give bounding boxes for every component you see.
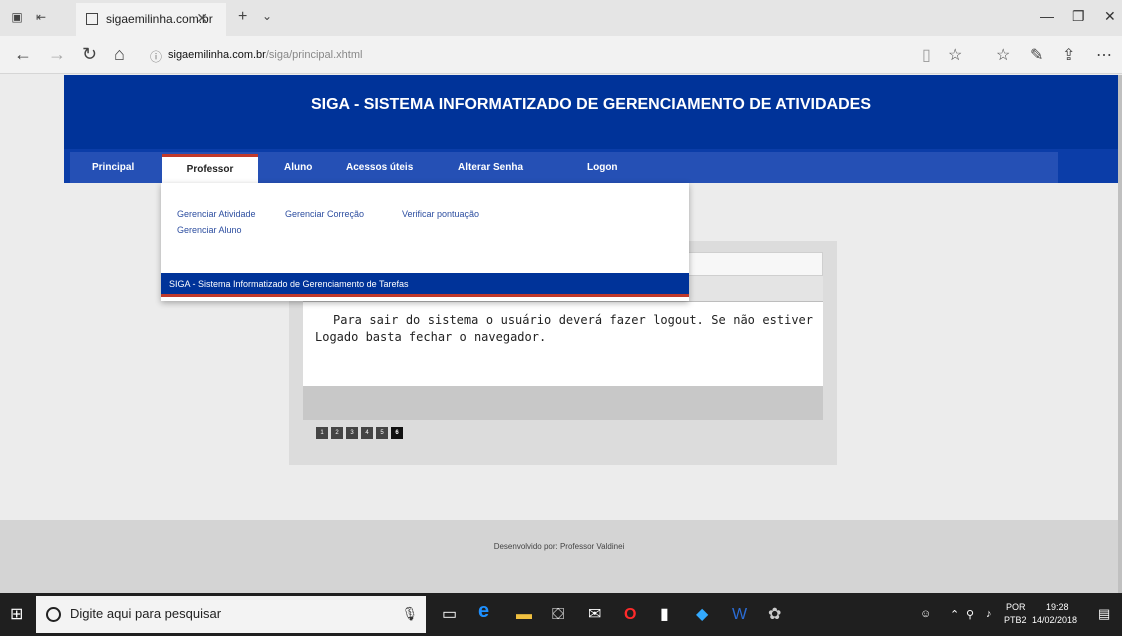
set-aside-tabs-icon[interactable]: ⇤: [34, 10, 48, 24]
site-title: SIGA - SISTEMA INFORMATIZADO DE GERENCIA…: [310, 96, 871, 113]
new-tab-icon[interactable]: +: [238, 8, 247, 26]
vertical-scrollbar[interactable]: [1118, 75, 1122, 593]
site-banner: SIGA - SISTEMA INFORMATIZADO DE GERENCIA…: [64, 75, 1118, 149]
paint-icon[interactable]: ✿: [768, 605, 781, 625]
pagination: 123456: [316, 427, 406, 439]
notification-icon[interactable]: ▤: [1098, 606, 1110, 622]
search-placeholder: Digite aqui para pesquisar: [70, 606, 222, 621]
word-icon[interactable]: W: [732, 605, 747, 625]
volume-icon[interactable]: ♪: [986, 608, 992, 620]
home-icon[interactable]: ⌂: [114, 44, 125, 65]
nav-aluno[interactable]: Aluno: [284, 152, 312, 183]
footer-credit: Desenvolvido por: Professor Valdinei: [493, 542, 625, 551]
app-icon[interactable]: ◆: [696, 605, 708, 625]
menu-gerenciar-aluno[interactable]: Gerenciar Aluno: [177, 225, 242, 235]
url-host: sigaemilinha.com.br: [168, 49, 266, 61]
minimize-icon[interactable]: —: [1040, 8, 1054, 24]
professor-dropdown-menu: Gerenciar Atividade Gerenciar Correção V…: [161, 183, 689, 301]
tab-actions-icon[interactable]: ▣: [10, 10, 24, 24]
browser-tab-bar: ▣ ⇤ sigaemilinha.com.br ✕ + ⌄ — ❐ ✕: [0, 0, 1122, 36]
favorites-hub-icon[interactable]: ☆: [996, 45, 1010, 65]
reading-view-icon[interactable]: ▯: [922, 45, 931, 65]
panel-footer: [303, 386, 823, 420]
page-button[interactable]: 4: [361, 427, 373, 439]
url-path: /siga/principal.xhtml: [265, 49, 363, 61]
language-line2[interactable]: PTB2: [1004, 615, 1027, 625]
logout-instructions: Para sair do sistema o usuário deverá fa…: [315, 313, 813, 344]
taskbar-search-box[interactable]: Digite aqui para pesquisar 🎙︎: [36, 596, 426, 633]
site-footer: Desenvolvido por: Professor Valdinei: [0, 520, 1118, 593]
page-button-current[interactable]: 6: [391, 427, 403, 439]
store-icon[interactable]: ⛋: [552, 605, 564, 625]
address-bar-row: ← → ↻ ⌂ ⓘ sigaemilinha.com.br/siga/princ…: [0, 36, 1122, 74]
refresh-icon[interactable]: ↻: [82, 44, 97, 65]
windows-start-icon[interactable]: ⊞: [10, 605, 23, 625]
web-note-icon[interactable]: ✎: [1030, 45, 1043, 65]
menu-verificar-pontuacao[interactable]: Verificar pontuação: [402, 209, 479, 219]
nav-acessos-uteis[interactable]: Acessos úteis: [346, 152, 413, 183]
clock-date[interactable]: 14/02/2018: [1032, 615, 1077, 625]
main-nav: Principal Aluno Acessos úteis Alterar Se…: [70, 152, 1058, 185]
panel-body: Para sair do sistema o usuário deverá fa…: [303, 302, 823, 386]
close-tab-icon[interactable]: ✕: [196, 10, 208, 27]
windows-taskbar: ⊞ Digite aqui para pesquisar 🎙︎ ▭ e ▬ ⛋ …: [0, 593, 1122, 636]
clock-time[interactable]: 19:28: [1046, 602, 1069, 612]
browser-tab[interactable]: sigaemilinha.com.br ✕: [76, 3, 226, 36]
page-button[interactable]: 5: [376, 427, 388, 439]
share-icon[interactable]: ⇪: [1062, 45, 1075, 65]
more-icon[interactable]: ⋯: [1096, 45, 1112, 65]
file-explorer-icon[interactable]: ▬: [516, 605, 532, 625]
chevron-down-icon[interactable]: ⌄: [262, 9, 272, 23]
language-line1[interactable]: POR: [1006, 602, 1026, 612]
task-view-icon[interactable]: ▭: [442, 605, 457, 625]
cortana-icon: [46, 607, 61, 622]
edge-browser-icon[interactable]: e: [478, 601, 489, 621]
people-icon[interactable]: ☺: [920, 608, 931, 620]
nav-alterar-senha[interactable]: Alterar Senha: [458, 152, 523, 183]
forward-icon[interactable]: →: [48, 44, 66, 65]
opera-icon[interactable]: O: [624, 605, 636, 625]
back-icon[interactable]: ←: [14, 44, 32, 65]
nav-professor[interactable]: Professor: [162, 154, 258, 185]
close-window-icon[interactable]: ✕: [1104, 8, 1116, 25]
maximize-icon[interactable]: ❐: [1072, 8, 1085, 25]
page-icon: [86, 13, 98, 25]
page-button[interactable]: 3: [346, 427, 358, 439]
mail-icon[interactable]: ✉: [588, 605, 601, 625]
chevron-up-icon[interactable]: ⌃: [950, 608, 959, 621]
page-button[interactable]: 1: [316, 427, 328, 439]
menu-gerenciar-atividade[interactable]: Gerenciar Atividade: [177, 209, 256, 219]
page-button[interactable]: 2: [331, 427, 343, 439]
nav-principal[interactable]: Principal: [92, 152, 134, 183]
favorite-star-icon[interactable]: ☆: [948, 45, 962, 65]
info-icon[interactable]: ⓘ: [150, 48, 162, 65]
microphone-icon[interactable]: 🎙︎: [401, 606, 418, 622]
page-content: SIGA - SISTEMA INFORMATIZADO DE GERENCIA…: [0, 75, 1118, 593]
network-icon[interactable]: ⚲: [966, 608, 974, 621]
menu-gerenciar-correcao[interactable]: Gerenciar Correção: [285, 209, 364, 219]
nav-logon[interactable]: Logon: [587, 152, 618, 183]
url-field[interactable]: sigaemilinha.com.br/siga/principal.xhtml: [168, 44, 908, 66]
dropdown-footer: SIGA - Sistema Informatizado de Gerencia…: [161, 273, 689, 297]
notes-icon[interactable]: ▮: [660, 605, 669, 625]
